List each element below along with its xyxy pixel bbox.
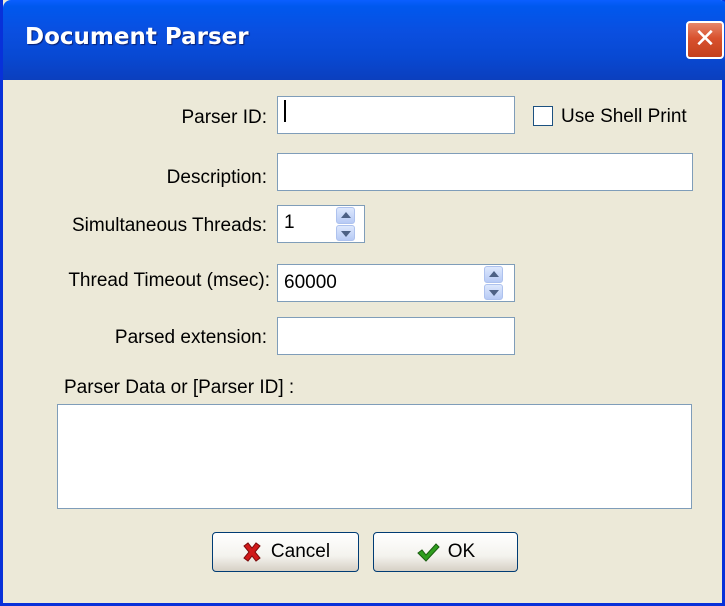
title-bar[interactable]: Document Parser ✕	[3, 0, 725, 80]
document-parser-dialog: Document Parser ✕ Parser ID: Use Shell P…	[0, 0, 725, 606]
timeout-spin-down[interactable]	[484, 283, 503, 300]
window-title: Document Parser	[25, 24, 249, 50]
cancel-button[interactable]: Cancel	[212, 532, 359, 572]
threads-value: 1	[284, 212, 295, 233]
threads-spin-up[interactable]	[336, 207, 355, 224]
arrow-down-icon	[489, 289, 499, 296]
parser-data-label: Parser Data or [Parser ID] :	[64, 377, 295, 398]
timeout-input[interactable]: 60000	[277, 264, 515, 302]
use-shell-print-label[interactable]: Use Shell Print	[561, 106, 687, 128]
timeout-value: 60000	[284, 272, 337, 293]
description-label: Description:	[166, 167, 267, 188]
timeout-label: Thread Timeout (msec):	[68, 270, 270, 291]
close-icon: ✕	[694, 24, 716, 54]
timeout-spinner[interactable]	[484, 266, 503, 300]
threads-spinner[interactable]	[336, 207, 355, 241]
cancel-label: Cancel	[270, 541, 331, 562]
close-button[interactable]: ✕	[686, 21, 724, 59]
arrow-up-icon	[489, 271, 499, 277]
parser-id-label: Parser ID:	[181, 107, 267, 128]
extension-label: Parsed extension:	[114, 327, 267, 348]
extension-input[interactable]	[277, 317, 515, 355]
threads-spin-down[interactable]	[336, 224, 355, 241]
dialog-body: Parser ID: Use Shell Print Description: …	[3, 80, 725, 606]
arrow-down-icon	[341, 230, 351, 237]
use-shell-print-checkbox[interactable]	[533, 106, 553, 126]
arrow-up-icon	[341, 212, 351, 218]
ok-button[interactable]: OK	[373, 532, 518, 572]
ok-label: OK	[447, 541, 476, 562]
description-input[interactable]	[277, 153, 693, 191]
parser-id-input[interactable]	[277, 96, 515, 134]
threads-label: Simultaneous Threads:	[71, 215, 267, 236]
parser-data-textarea[interactable]	[57, 404, 692, 509]
green-check-icon	[417, 543, 440, 562]
timeout-spin-up[interactable]	[484, 266, 503, 283]
red-x-icon	[243, 542, 261, 562]
text-caret	[284, 100, 286, 122]
